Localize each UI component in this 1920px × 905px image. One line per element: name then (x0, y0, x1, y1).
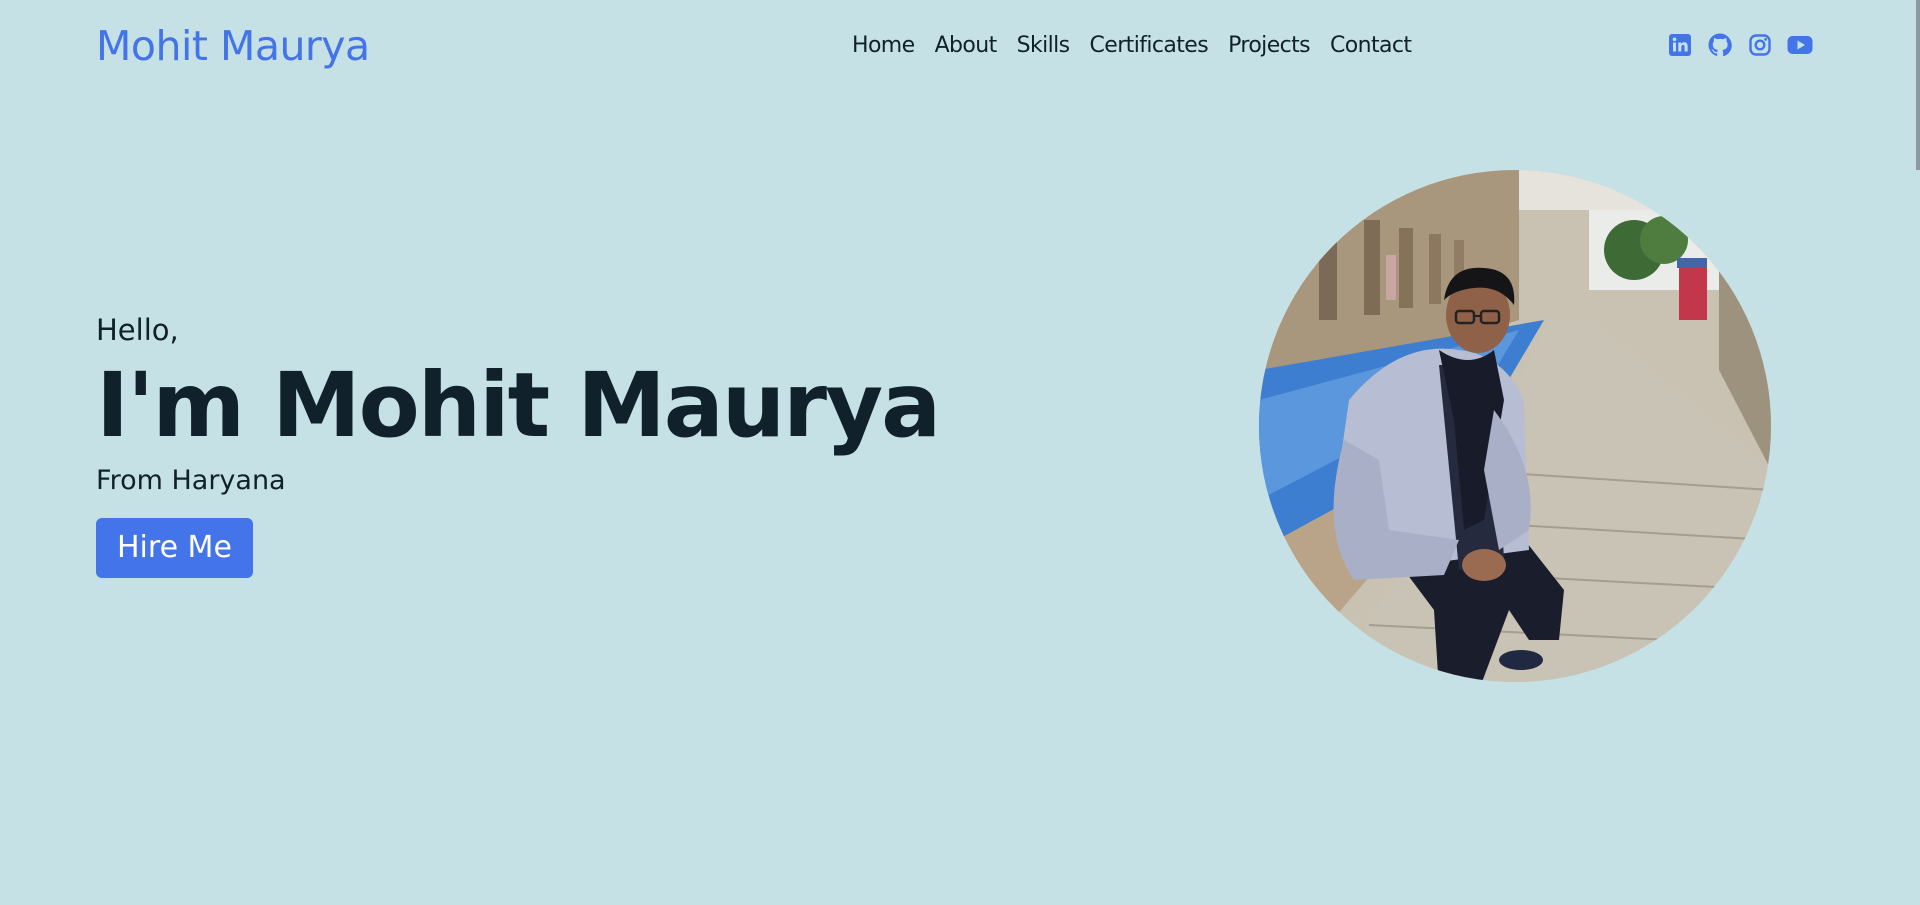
hire-me-button[interactable]: Hire Me (96, 518, 253, 578)
social-links (1668, 33, 1813, 57)
scrollbar-thumb[interactable] (1916, 0, 1920, 170)
nav-link-home[interactable]: Home (852, 33, 915, 58)
nav-link-contact[interactable]: Contact (1330, 33, 1412, 58)
youtube-icon[interactable] (1787, 33, 1813, 57)
nav-link-projects[interactable]: Projects (1228, 33, 1311, 58)
hero-section: Hello, I'm Mohit Maurya From Haryana Hir… (96, 310, 996, 578)
nav-link-certificates[interactable]: Certificates (1090, 33, 1209, 58)
nav-links: Home About Skills Certificates Projects … (852, 33, 1412, 58)
brand-logo-text[interactable]: Mohit Maurya (96, 22, 370, 70)
hero-headline: I'm Mohit Maurya (96, 353, 941, 457)
hero-location: From Haryana (96, 465, 286, 496)
instagram-icon[interactable] (1748, 33, 1772, 57)
nav-link-skills[interactable]: Skills (1017, 33, 1071, 58)
profile-photo (1259, 170, 1771, 682)
nav-link-about[interactable]: About (935, 33, 998, 58)
navbar: Mohit Maurya Home About Skills Certifica… (0, 0, 1920, 96)
linkedin-icon[interactable] (1668, 33, 1692, 57)
hero-greeting: Hello, (96, 313, 179, 347)
github-icon[interactable] (1708, 33, 1732, 57)
